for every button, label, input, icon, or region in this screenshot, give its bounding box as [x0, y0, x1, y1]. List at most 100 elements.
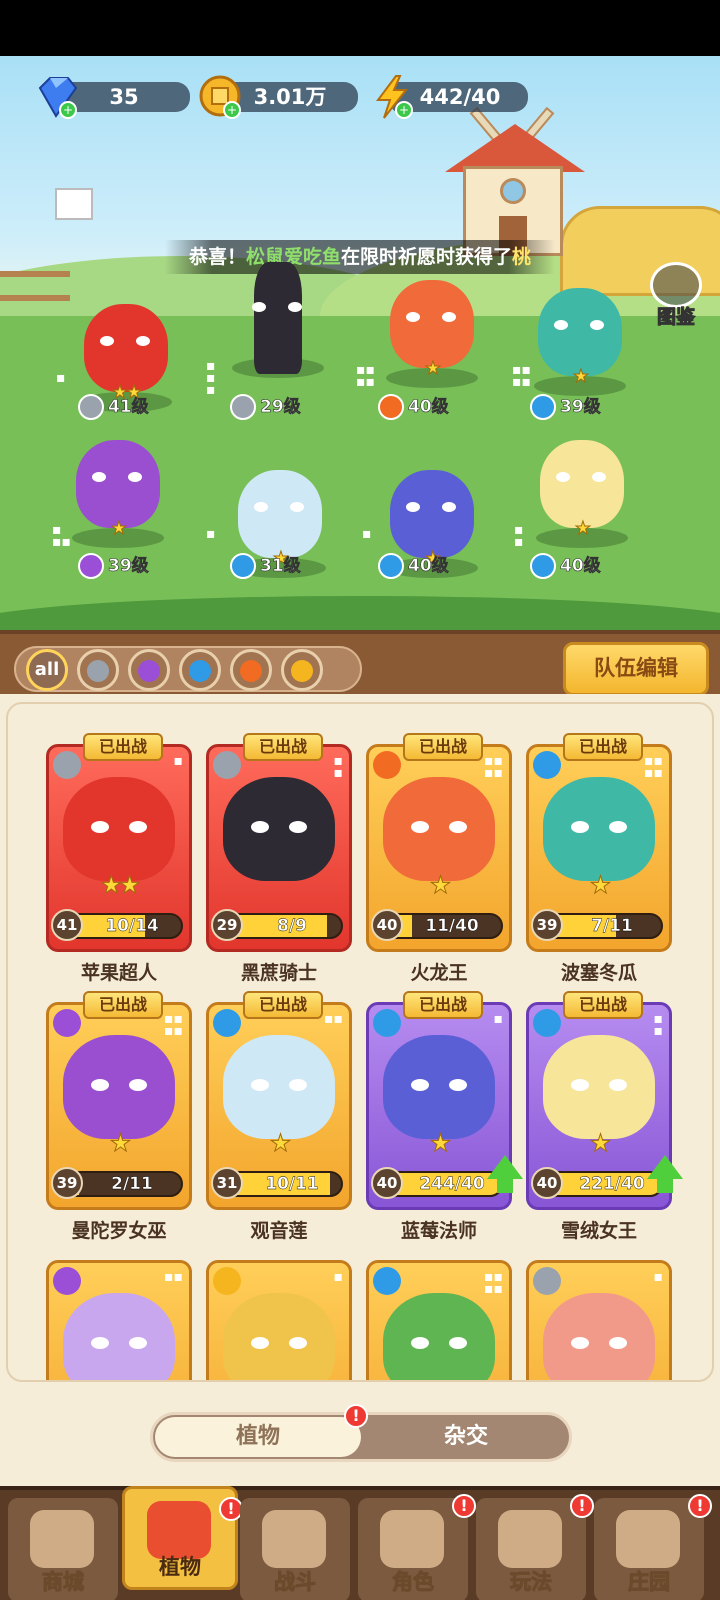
- plant-card[interactable]: ▪▪ ▪▪ 已出战 ★ 7/11 39: [526, 733, 672, 952]
- sword-icon: [78, 394, 104, 420]
- nav-item-2[interactable]: 战斗: [240, 1498, 350, 1600]
- plant-card[interactable]: ▪ 已出战 ★★ 10/14 41: [46, 733, 192, 952]
- plant-card[interactable]: ▪▪: [46, 1260, 192, 1380]
- plant-portrait: [63, 777, 175, 881]
- nav-item-5[interactable]: 庄园!: [594, 1494, 712, 1600]
- windmill-house: [445, 96, 585, 256]
- plant-card[interactable]: ▪ 已出战 ★ 244/40 40: [366, 991, 523, 1210]
- plant-eye: [590, 320, 604, 330]
- card-name: 苹果超人: [80, 962, 157, 984]
- gem-icon[interactable]: +: [34, 74, 80, 120]
- card-stars: ★: [589, 1129, 612, 1158]
- grid-marker-icon: ▪: [333, 1269, 344, 1285]
- filter-poison-button[interactable]: [128, 649, 170, 691]
- card-progress-text: 2/11: [111, 1174, 153, 1194]
- plant-eye: [252, 302, 266, 312]
- portrait-eye: [449, 1079, 467, 1091]
- card-progress-text: 7/11: [591, 916, 633, 936]
- portrait-eye: [91, 1337, 109, 1349]
- grid-marker-icon: ▪: [362, 526, 372, 542]
- card-name: 黑蔗骑士: [240, 962, 317, 984]
- nav-item-4[interactable]: 玩法!: [476, 1494, 594, 1600]
- upgrade-arrow-icon[interactable]: [487, 1155, 523, 1179]
- plant-level-label: 39级: [78, 553, 149, 579]
- grid-marker-icon: ▪▪ ▪▪: [484, 1269, 503, 1297]
- filter-all-button[interactable]: all: [26, 649, 68, 691]
- plant-level-label: 31级: [230, 553, 301, 579]
- grid-marker-icon: ▪: [173, 753, 184, 769]
- nav-item-1[interactable]: 植物!: [122, 1486, 243, 1590]
- tab-plants[interactable]: 植物: [155, 1417, 361, 1457]
- card-progress-text: 244/40: [419, 1174, 485, 1194]
- nav-item-3[interactable]: 角色!: [358, 1494, 476, 1600]
- water-icon: [533, 751, 561, 779]
- plant-eye: [92, 472, 106, 482]
- poison-icon: [78, 553, 104, 579]
- portrait-eye: [411, 1337, 429, 1349]
- deployed-tag: 已出战: [83, 733, 163, 761]
- grid-marker-icon: ▪▪ ▪▪: [164, 1011, 183, 1039]
- card-stars: ★★: [100, 871, 141, 900]
- card-grid[interactable]: ▪ 已出战 ★★ 10/14 41 苹果超人 ▪ ▪ 已出战 8/9 29 黑蔗骑士 ▪▪ ▪▪ 已出战…: [0, 694, 720, 1380]
- plant-card[interactable]: ▪ ▪ 已出战 8/9 29: [206, 733, 352, 952]
- field-plant[interactable]: ★: [58, 432, 178, 572]
- filter-sword-button[interactable]: [77, 649, 119, 691]
- plant-card[interactable]: ▪▪ 已出战 ★ 10/11 31: [206, 991, 352, 1210]
- codex-button[interactable]: 图鉴: [646, 262, 706, 330]
- plant-card[interactable]: ▪ ▪ 已出战 ★ 221/40 40: [526, 991, 683, 1210]
- plant-level-label: 40级: [378, 553, 449, 579]
- lightning-icon[interactable]: +: [370, 74, 416, 120]
- nav-icon: [262, 1510, 326, 1568]
- coin-icon[interactable]: +: [198, 74, 244, 120]
- card-progress-text: 11/40: [425, 916, 479, 936]
- deployed-tag: 已出战: [563, 991, 643, 1019]
- nav-alert-badge: !: [452, 1494, 476, 1518]
- portrait-eye: [251, 821, 269, 833]
- water-icon: [373, 1267, 401, 1295]
- filter-bar: all 队伍编辑: [0, 630, 720, 696]
- filter-lightning-button[interactable]: [281, 649, 323, 691]
- nav-icon: [498, 1510, 562, 1568]
- plant-sprite: [84, 304, 168, 392]
- team-edit-button[interactable]: 队伍编辑: [563, 642, 709, 696]
- svg-text:+: +: [399, 103, 409, 117]
- nav-icon: [380, 1510, 444, 1568]
- field-plant[interactable]: ★: [372, 462, 492, 602]
- sword-icon: [533, 1267, 561, 1295]
- nav-item-0[interactable]: 商城: [8, 1498, 118, 1600]
- tab-hybrid[interactable]: 杂交: [363, 1417, 569, 1457]
- plant-eye: [442, 312, 456, 322]
- nav-label: 商城: [42, 1570, 85, 1595]
- plant-card[interactable]: ▪▪ ▪▪: [366, 1260, 512, 1380]
- fire-icon: [378, 394, 404, 420]
- card-stars: ★: [429, 1129, 452, 1158]
- plant-card[interactable]: ▪▪ ▪▪ 已出战 ★ 11/40 40: [366, 733, 512, 952]
- card-name: 波塞冬瓜: [560, 962, 637, 984]
- filter-fire-button[interactable]: [230, 649, 272, 691]
- upgrade-arrow-icon[interactable]: [647, 1155, 683, 1179]
- plant-eye: [592, 472, 606, 482]
- nav-alert-badge: !: [570, 1494, 594, 1518]
- plant-eye: [406, 502, 420, 512]
- field-plant[interactable]: ★: [522, 432, 642, 572]
- plant-sprite: [538, 288, 622, 376]
- plant-card[interactable]: ▪: [526, 1260, 672, 1380]
- codex-label: 图鉴: [656, 306, 695, 329]
- game-screen: 35 + 3.01万 + 442/40 + 恭喜！松鼠爱吃鱼在限时祈愿时获得了桃…: [0, 0, 720, 1600]
- plant-card[interactable]: ▪: [206, 1260, 352, 1380]
- portrait-eye: [609, 1079, 627, 1091]
- filter-water-button[interactable]: [179, 649, 221, 691]
- field-plant[interactable]: ★: [220, 462, 340, 602]
- plant-level: 29级: [260, 397, 301, 418]
- field-plant[interactable]: [218, 262, 338, 402]
- plant-card[interactable]: ▪▪ ▪▪ 已出战 ★ 2/11 39: [46, 991, 192, 1210]
- grid-marker-icon: ▪: [493, 1011, 504, 1027]
- plant-eye: [442, 502, 456, 512]
- field-plant[interactable]: ★: [372, 272, 492, 412]
- plant-eye: [290, 502, 304, 512]
- plant-portrait: [223, 1293, 335, 1380]
- plant-eye: [554, 320, 568, 330]
- card-name: 火龙王: [410, 962, 468, 984]
- nav-label: 玩法: [510, 1570, 553, 1595]
- grid-marker-icon: ▪ ▪: [653, 1011, 664, 1039]
